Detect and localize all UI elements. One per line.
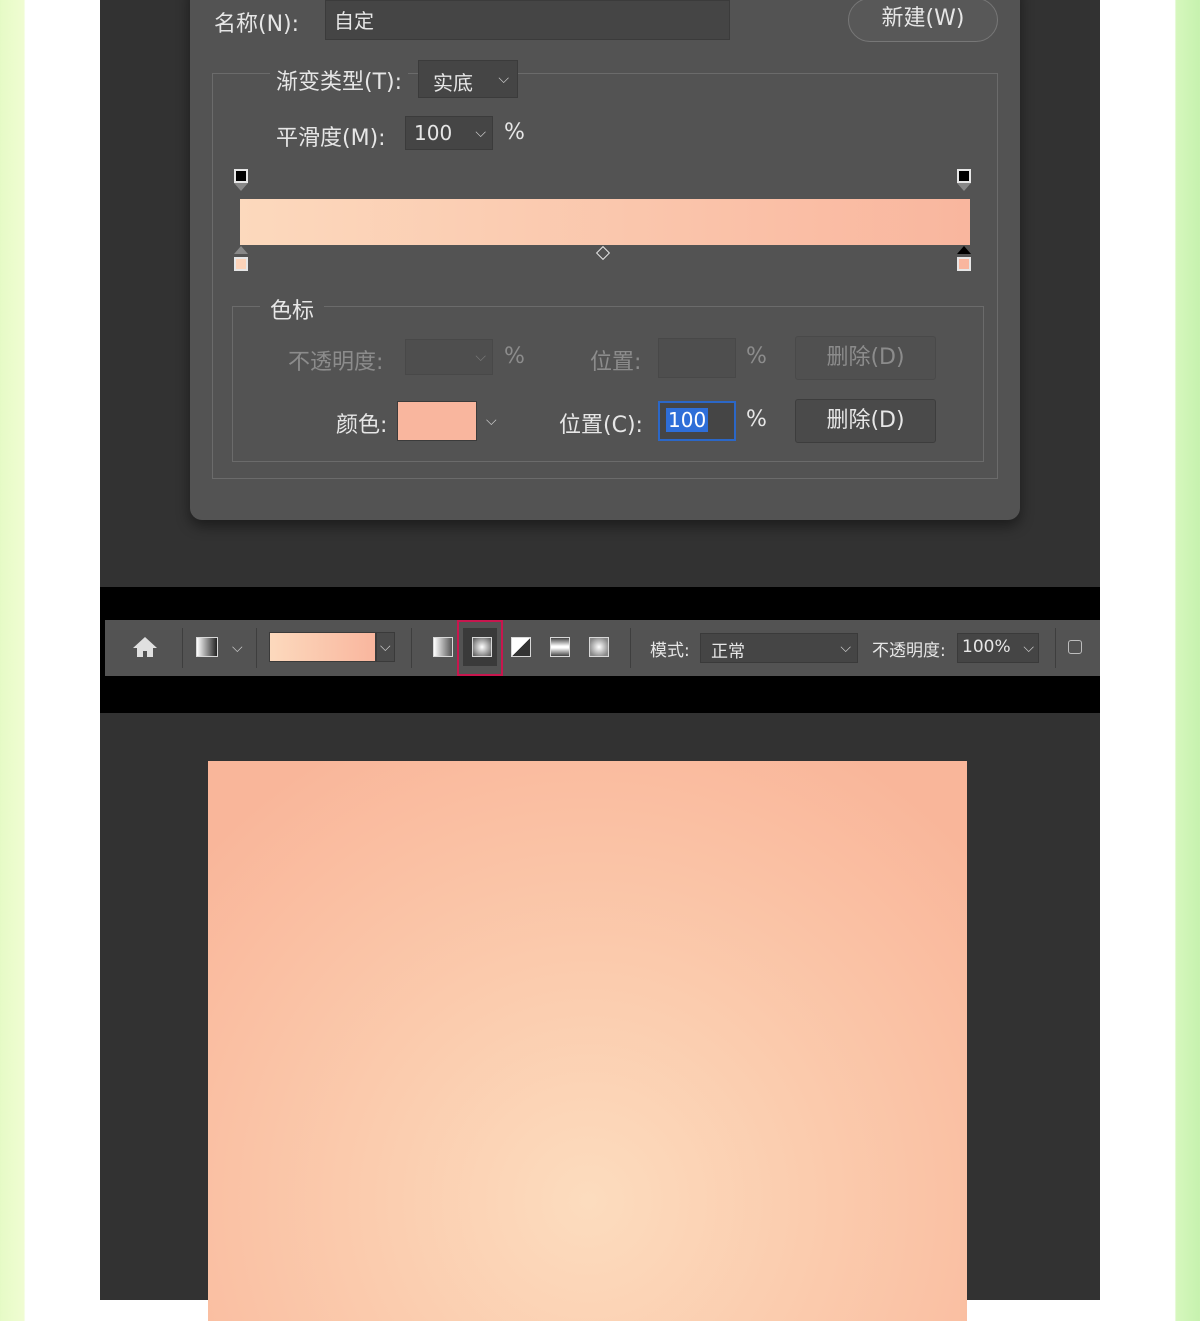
- separator: [256, 628, 257, 668]
- gradient-preview-bar[interactable]: [240, 199, 970, 245]
- separator: [1055, 628, 1056, 668]
- document-canvas[interactable]: [208, 761, 967, 1321]
- opacity-position-label: 位置:: [590, 350, 642, 375]
- chevron-down-icon: ⌵: [498, 71, 509, 87]
- delete-opacity-stop-button[interactable]: 删除(D): [795, 336, 936, 380]
- color-stop-right-pointer: [957, 246, 971, 254]
- opacity-stop-left-pointer: [234, 183, 248, 191]
- color-position-value: 100: [666, 408, 709, 432]
- separator: [182, 628, 183, 668]
- smoothness-label: 平滑度(M):: [276, 126, 386, 151]
- mode-value: 正常: [711, 642, 745, 662]
- opacity-input[interactable]: 100% ⌵: [957, 633, 1039, 663]
- gradient-type-label: 渐变类型(T):: [270, 64, 409, 96]
- color-position-label: 位置(C):: [559, 413, 643, 438]
- angle-gradient-icon[interactable]: [511, 637, 531, 657]
- opacity-stop-right-pointer: [957, 183, 971, 191]
- stop-opacity-label: 不透明度:: [288, 350, 384, 375]
- gradient-editor-dialog: 名称(N): 自定 新建(W) 渐变类型(T): 实底 ⌵ 平滑度(M): 10…: [190, 0, 1020, 520]
- stop-color-swatch[interactable]: [397, 401, 477, 441]
- gradient-picker-dropdown[interactable]: ⌵: [376, 632, 395, 662]
- separator: [411, 628, 412, 668]
- opacity-stop-left[interactable]: [234, 169, 248, 183]
- mode-label: 模式:: [650, 641, 690, 661]
- gradient-type-value: 实底: [433, 71, 473, 95]
- chevron-down-icon: ⌵: [475, 349, 486, 365]
- new-button[interactable]: 新建(W): [848, 0, 998, 42]
- color-position-input[interactable]: 100: [658, 401, 736, 441]
- gradient-options-bar: ⌵ ⌵ 模式: 正常 ⌵ 不透明度: 100% ⌵: [105, 620, 1100, 676]
- smoothness-input[interactable]: 100 ⌵: [405, 116, 493, 150]
- gradient-picker-preview[interactable]: [269, 632, 376, 662]
- chevron-down-icon: ⌵: [380, 639, 391, 655]
- stop-color-label: 颜色:: [336, 413, 388, 438]
- stops-group-title: 色标: [260, 293, 325, 325]
- opacity-position-percent: %: [746, 344, 767, 369]
- smoothness-value: 100: [414, 121, 453, 145]
- diamond-gradient-icon[interactable]: [589, 637, 609, 657]
- name-label: 名称(N):: [214, 12, 300, 37]
- reverse-checkbox[interactable]: [1068, 640, 1082, 654]
- reflected-gradient-icon[interactable]: [550, 637, 570, 657]
- color-stop-left-pointer: [234, 246, 248, 254]
- chevron-down-icon[interactable]: ⌵: [486, 413, 497, 429]
- linear-gradient-icon[interactable]: [433, 637, 453, 657]
- color-stop-left[interactable]: [234, 257, 248, 271]
- color-position-percent: %: [746, 407, 767, 432]
- smoothness-percent: %: [504, 120, 525, 145]
- opacity-stop-right[interactable]: [957, 169, 971, 183]
- chevron-down-icon: ⌵: [840, 640, 851, 656]
- opacity-value: 100%: [962, 637, 1011, 657]
- chevron-down-icon[interactable]: ⌵: [1023, 640, 1034, 656]
- opacity-position-input[interactable]: [658, 338, 736, 378]
- stop-opacity-input[interactable]: ⌵: [405, 339, 493, 375]
- name-input[interactable]: 自定: [325, 0, 730, 40]
- tool-preset-icon[interactable]: [196, 637, 218, 657]
- stop-opacity-percent: %: [504, 344, 525, 369]
- chevron-down-icon[interactable]: ⌵: [232, 640, 243, 656]
- color-stop-right[interactable]: [957, 257, 971, 271]
- opacity-label: 不透明度:: [872, 641, 946, 661]
- home-icon[interactable]: [132, 636, 158, 658]
- delete-color-stop-button[interactable]: 删除(D): [795, 399, 936, 443]
- mode-select[interactable]: 正常 ⌵: [700, 633, 858, 663]
- radial-gradient-icon[interactable]: [472, 637, 492, 657]
- separator: [630, 628, 631, 668]
- chevron-down-icon[interactable]: ⌵: [475, 125, 486, 141]
- gradient-type-select[interactable]: 实底 ⌵: [418, 60, 518, 98]
